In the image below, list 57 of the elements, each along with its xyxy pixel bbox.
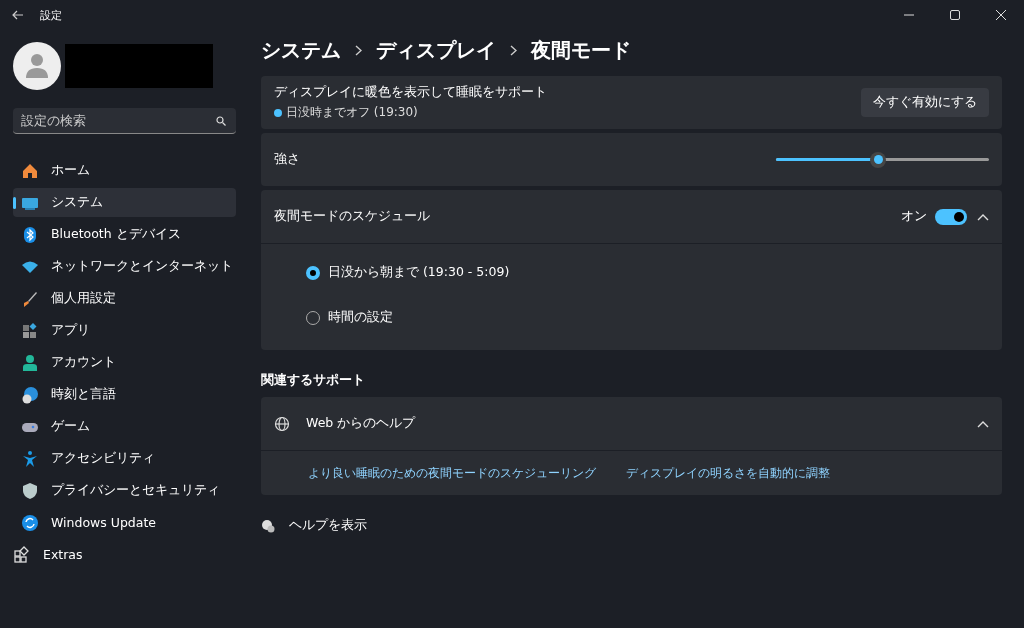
home-icon — [21, 161, 39, 180]
sidebar-item[interactable]: システム — [13, 188, 236, 217]
chat-bubble-icon — [261, 518, 275, 533]
sidebar-item[interactable]: ネットワークとインターネット — [13, 252, 236, 281]
globe-icon — [274, 415, 290, 432]
toggle-label: オン — [901, 208, 927, 225]
sidebar-item[interactable]: ホーム — [13, 156, 236, 185]
status-text: 日没時までオフ (19:30) — [286, 104, 418, 121]
section-heading: 関連するサポート — [261, 372, 366, 389]
apps-icon — [21, 321, 39, 340]
sidebar-item[interactable]: 時刻と言語 — [13, 380, 236, 409]
radio-label: 時間の設定 — [328, 309, 393, 326]
search-field[interactable]: 設定の検索 — [13, 108, 236, 134]
sidebar-item[interactable]: Bluetooth とデバイス — [13, 220, 236, 249]
window-title: 設定 — [40, 7, 62, 23]
sidebar-item[interactable]: Windows Update — [13, 508, 236, 537]
person-icon — [21, 353, 39, 372]
sidebar-item[interactable]: アプリ — [13, 316, 236, 345]
shield-icon — [21, 481, 39, 500]
chevron-icon[interactable] — [977, 419, 989, 428]
maximize-icon[interactable] — [950, 10, 960, 20]
setting-title: 夜間モードのスケジュール — [274, 208, 431, 225]
accessibility-icon — [21, 449, 39, 468]
chevron-icon — [510, 44, 517, 56]
brush-icon — [21, 289, 39, 308]
radio-label: 日没から朝まで (19:30 - 5:09) — [328, 264, 510, 281]
toggle-switch[interactable] — [935, 208, 967, 225]
sidebar-item[interactable]: アクセシビリティ — [13, 444, 236, 473]
help-link[interactable]: より良い睡眠のための夜間モードのスケジューリング — [308, 464, 626, 482]
avatar — [13, 42, 61, 90]
search-icon — [216, 116, 226, 126]
slider-thumb[interactable] — [870, 151, 887, 168]
setting-title: ディスプレイに暖色を表示して睡眠をサポート — [274, 84, 548, 101]
help-title: Web からのヘルプ — [306, 415, 417, 432]
sidebar-item[interactable]: 個人用設定 — [13, 284, 236, 313]
sidebar-item[interactable]: プライバシーとセキュリティ — [13, 476, 236, 505]
turn-on-button[interactable]: 今すぐ有効にする — [861, 88, 989, 117]
breadcrumb-item[interactable]: ディスプレイ — [376, 36, 496, 64]
sidebar-item[interactable]: ゲーム — [13, 412, 236, 441]
chevron-icon[interactable] — [977, 212, 989, 221]
breadcrumb-item: 夜間モード — [531, 36, 631, 64]
get-help-link[interactable]: ヘルプを表示 — [289, 517, 367, 534]
setting-label: 強さ — [274, 151, 301, 168]
chevron-icon — [355, 44, 362, 56]
back-icon[interactable] — [12, 10, 24, 20]
sync-icon — [21, 513, 39, 532]
radio-button[interactable] — [306, 265, 320, 280]
sidebar-item[interactable]: Extras — [13, 540, 236, 569]
slider-track[interactable] — [776, 150, 989, 169]
bluetooth-icon — [21, 225, 39, 244]
info-icon — [274, 108, 282, 117]
help-link[interactable]: ディスプレイの明るさを自動的に調整 — [626, 464, 944, 482]
grid-icon — [13, 545, 31, 564]
close-icon[interactable] — [996, 10, 1006, 20]
globe-clock-icon — [21, 385, 39, 404]
sidebar-item[interactable]: アカウント — [13, 348, 236, 377]
breadcrumb-item[interactable]: システム — [261, 36, 341, 64]
